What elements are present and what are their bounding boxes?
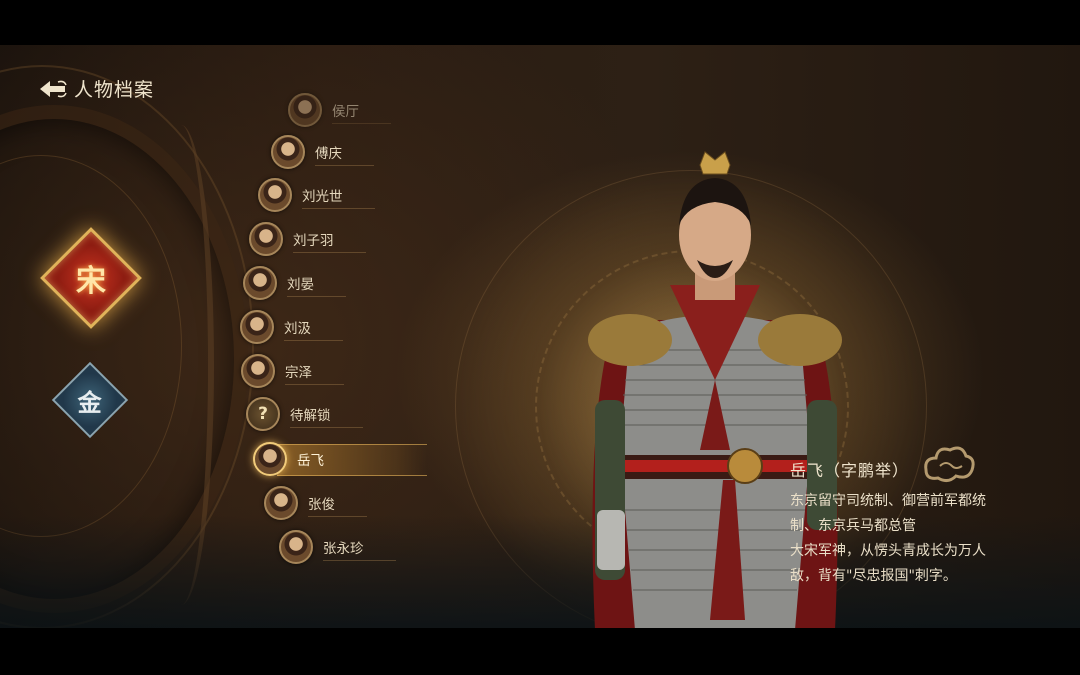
character-name: 张俊 <box>308 490 367 517</box>
character-name: 岳飞 <box>297 453 324 469</box>
avatar <box>271 135 305 169</box>
avatar <box>288 93 322 127</box>
character-name: 张永珍 <box>323 534 396 561</box>
letterbox-top <box>0 0 1080 45</box>
character-description: 制、东京兵马都总管 <box>790 518 916 534</box>
list-item[interactable]: 侯厅 <box>288 93 391 127</box>
character-name: 刘子羽 <box>293 226 366 253</box>
character-name: 待解锁 <box>290 401 363 428</box>
list-item[interactable]: 宗泽 <box>241 354 344 388</box>
avatar <box>258 178 292 212</box>
list-item[interactable]: 刘子羽 <box>249 222 366 256</box>
list-item[interactable]: 刘光世 <box>258 178 375 212</box>
character-name: 宗泽 <box>285 358 344 385</box>
faction-label: 金 <box>78 387 102 417</box>
avatar <box>241 354 275 388</box>
letterbox-bottom <box>0 628 1080 675</box>
avatar <box>253 442 287 476</box>
character-description: 大宋军神，从愣头青成长为万人 <box>790 543 986 559</box>
character-name: 刘汲 <box>284 314 343 341</box>
avatar <box>264 486 298 520</box>
character-title: 岳飞（字鹏举） <box>790 461 910 480</box>
faction-label: 宋 <box>76 264 106 299</box>
locked-avatar-icon: ? <box>246 397 280 431</box>
character-description: 敌，背有"尽忠报国"刺字。 <box>790 568 957 584</box>
back-arrow-icon[interactable] <box>38 76 68 102</box>
list-item-selected[interactable]: 岳飞 <box>253 442 427 476</box>
avatar <box>249 222 283 256</box>
character-name: 侯厅 <box>332 97 391 124</box>
character-name: 刘光世 <box>302 182 375 209</box>
avatar <box>279 530 313 564</box>
list-item[interactable]: ? 待解锁 <box>246 397 363 431</box>
list-item[interactable]: 刘汲 <box>240 310 343 344</box>
header[interactable]: 人物档案 <box>38 75 154 102</box>
list-item[interactable]: 刘晏 <box>243 266 346 300</box>
list-item[interactable]: 张永珍 <box>279 530 396 564</box>
character-info-panel: 岳飞（字鹏举） 东京留守司统制、御营前军都统 制、东京兵马都总管 大宋军神，从愣… <box>790 457 1050 589</box>
character-name: 刘晏 <box>287 270 346 297</box>
page-title: 人物档案 <box>74 79 155 101</box>
avatar <box>240 310 274 344</box>
character-description: 东京留守司统制、御营前军都统 <box>790 493 986 509</box>
character-name: 傅庆 <box>315 139 374 166</box>
avatar <box>243 266 277 300</box>
list-item[interactable]: 张俊 <box>264 486 367 520</box>
list-item[interactable]: 傅庆 <box>271 135 374 169</box>
